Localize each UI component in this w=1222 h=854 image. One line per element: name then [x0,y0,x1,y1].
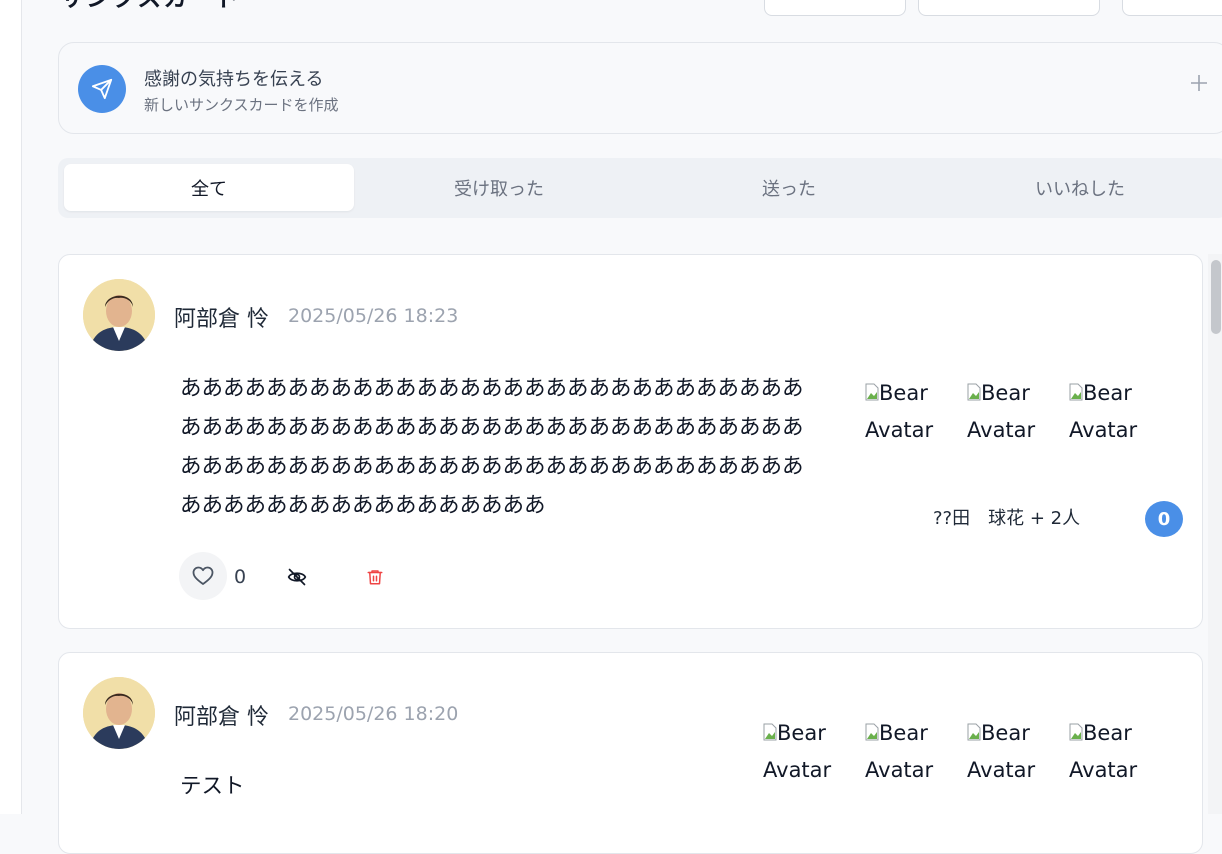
card-date: 2025/05/26 18:20 [288,703,459,725]
sidebar-edge [0,0,22,814]
avatar[interactable] [83,677,155,749]
header-button-3[interactable] [1122,0,1222,16]
recipient-avatar: Bear Avatar [1069,375,1149,449]
tab-liked[interactable]: いいねした [935,164,1222,211]
trash-icon[interactable] [363,565,387,589]
header-button-1[interactable] [764,0,906,16]
send-icon [78,65,126,113]
recipient-avatar: Bear Avatar [865,375,945,449]
recipient-avatar: Bear Avatar [967,375,1047,449]
header-button-2[interactable] [918,0,1100,16]
comment-count-badge[interactable]: 0 [1145,501,1183,537]
compose-title: 感謝の気持ちを伝える [144,69,324,90]
recipient-avatar: Bear Avatar [763,715,843,789]
thanks-card: 阿部倉 怜 2025/05/26 18:20 テスト Bear Avatar B… [58,652,1203,854]
sender-name: 阿部倉 怜 [174,705,269,730]
filter-tabs: 全て 受け取った 送った いいねした [58,158,1222,218]
recipient-avatar: Bear Avatar [865,715,945,789]
like-button[interactable] [179,552,227,600]
broken-image-icon [865,376,879,401]
card-message: テスト [180,774,245,799]
avatar[interactable] [83,279,155,351]
broken-image-icon [967,376,981,401]
card-message: ああああああああああああああああああああああああああああああああああああああああ… [180,376,804,518]
broken-image-icon [1069,716,1083,741]
recipient-avatar: Bear Avatar [967,715,1047,789]
broken-image-icon [1069,376,1083,401]
page-title: サンクスカード [60,0,241,13]
tab-all[interactable]: 全て [64,164,354,211]
tab-sent[interactable]: 送った [644,164,934,211]
broken-image-icon [865,716,879,741]
sender-name: 阿部倉 怜 [174,307,269,332]
plus-icon[interactable] [1189,70,1209,100]
compose-subtitle: 新しいサンクスカードを作成 [144,96,339,114]
broken-image-icon [763,716,777,741]
scrollbar-thumb[interactable] [1211,260,1221,334]
scrollbar[interactable] [1208,254,1222,814]
tab-received[interactable]: 受け取った [354,164,644,211]
eye-off-icon[interactable] [285,565,309,589]
heart-icon [192,566,214,585]
card-date: 2025/05/26 18:23 [288,305,459,327]
recipients-label[interactable]: ??田 球花 + 2人 [933,504,1080,530]
broken-image-icon [967,716,981,741]
thanks-card: 阿部倉 怜 2025/05/26 18:23 あああああああああああああああああ… [58,254,1203,629]
compose-card-button[interactable]: 感謝の気持ちを伝える 新しいサンクスカードを作成 [58,42,1222,134]
like-count: 0 [234,566,247,588]
recipient-avatar: Bear Avatar [1069,715,1149,789]
